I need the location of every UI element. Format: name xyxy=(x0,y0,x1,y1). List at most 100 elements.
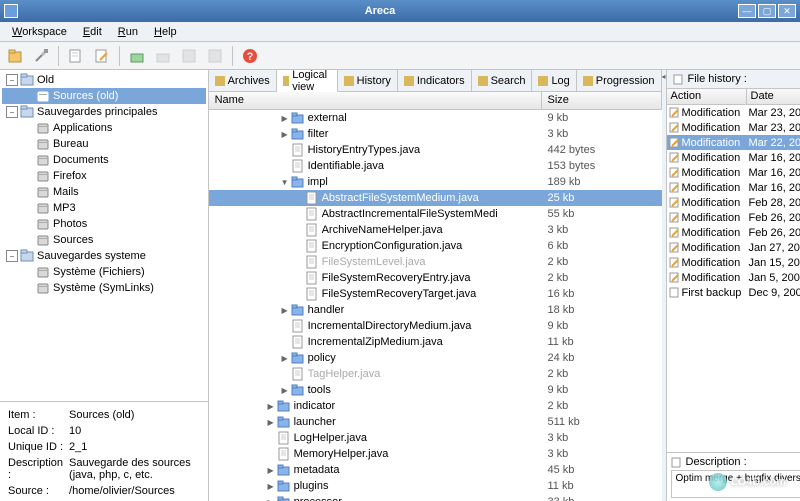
expand-icon[interactable]: − xyxy=(6,74,18,86)
tree-node[interactable]: −Sauvegardes principales xyxy=(2,104,206,120)
expand-icon[interactable]: ▶ xyxy=(279,130,291,139)
menu-edit[interactable]: Edit xyxy=(75,23,110,41)
history-date: Jan 15, 2008 8:40 PM xyxy=(747,257,800,269)
file-row[interactable]: ArchiveNameHelper.java3 kb xyxy=(209,222,662,238)
tree-node[interactable]: Système (Fichiers) xyxy=(2,264,206,280)
maximize-button[interactable]: ▢ xyxy=(758,4,776,18)
tree-node[interactable]: Sources xyxy=(2,232,206,248)
tab-indicators[interactable]: Indicators xyxy=(398,70,472,91)
file-row[interactable]: ▶indicator2 kb xyxy=(209,398,662,414)
preferences-icon[interactable] xyxy=(30,45,52,67)
file-row[interactable]: IncrementalZipMedium.java11 kb xyxy=(209,334,662,350)
col-action[interactable]: Action xyxy=(667,89,747,104)
history-row[interactable]: ModificationJan 27, 2008 8:23 PM xyxy=(667,240,800,255)
file-row[interactable]: IncrementalDirectoryMedium.java9 kb xyxy=(209,318,662,334)
history-row[interactable]: First backupDec 9, 2007 12:21 PM xyxy=(667,285,800,300)
simulate-icon[interactable] xyxy=(126,45,148,67)
file-row[interactable]: MemoryHelper.java3 kb xyxy=(209,446,662,462)
file-row[interactable]: ▶launcher511 kb xyxy=(209,414,662,430)
file-row[interactable]: ▶tools9 kb xyxy=(209,382,662,398)
history-date: Mar 16, 2008 8:49 PM xyxy=(747,167,800,179)
history-row[interactable]: ModificationJan 15, 2008 8:40 PM xyxy=(667,255,800,270)
file-row[interactable]: ▶plugins11 kb xyxy=(209,478,662,494)
expand-icon[interactable]: ▶ xyxy=(279,114,291,123)
tab-archives[interactable]: Archives xyxy=(209,70,277,91)
file-row[interactable]: ▶metadata45 kb xyxy=(209,462,662,478)
col-date[interactable]: Date xyxy=(747,89,800,104)
history-row[interactable]: ModificationMar 16, 2008 9:25 PM xyxy=(667,150,800,165)
tree-node[interactable]: Photos xyxy=(2,216,206,232)
history-action: Modification xyxy=(682,167,741,179)
file-list[interactable]: ▶external9 kb▶filter3 kbHistoryEntryType… xyxy=(209,110,662,501)
file-row[interactable]: ▼impl189 kb xyxy=(209,174,662,190)
history-row[interactable]: ModificationMar 16, 2008 6:46 PM xyxy=(667,180,800,195)
expand-icon[interactable]: − xyxy=(6,250,18,262)
minimize-button[interactable]: — xyxy=(738,4,756,18)
tree-node[interactable]: Bureau xyxy=(2,136,206,152)
file-row[interactable]: AbstractFileSystemMedium.java25 kb xyxy=(209,190,662,206)
expand-icon[interactable]: ▶ xyxy=(265,402,277,411)
history-row[interactable]: Modification Mar 16, 2008 8:49 PM xyxy=(667,165,800,180)
expand-icon[interactable]: ▶ xyxy=(279,386,291,395)
tree-node[interactable]: Applications xyxy=(2,120,206,136)
file-row[interactable]: FileSystemRecoveryTarget.java16 kb xyxy=(209,286,662,302)
history-row[interactable]: ModificationMar 23, 2008 1:20 PM xyxy=(667,120,800,135)
history-row[interactable]: ModificationFeb 26, 2008 10:25 PM xyxy=(667,210,800,225)
tab-progression[interactable]: Progression xyxy=(577,70,662,91)
tree-node[interactable]: −Sauvegardes systeme xyxy=(2,248,206,264)
file-row[interactable]: Identifiable.java153 bytes xyxy=(209,158,662,174)
file-row[interactable]: ▶handler18 kb xyxy=(209,302,662,318)
history-row[interactable]: ModificationMar 22, 2008 12:48 AM xyxy=(667,135,800,150)
expand-icon[interactable]: ▶ xyxy=(265,482,277,491)
open-workspace-icon[interactable] xyxy=(4,45,26,67)
tree-node[interactable]: Mails xyxy=(2,184,206,200)
file-row[interactable]: LogHelper.java3 kb xyxy=(209,430,662,446)
history-list[interactable]: ModificationMar 23, 2008 9:40 PMModifica… xyxy=(667,105,800,452)
menu-help[interactable]: Help xyxy=(146,23,185,41)
file-row[interactable]: TagHelper.java2 kb xyxy=(209,366,662,382)
help-icon[interactable]: ? xyxy=(239,45,261,67)
menu-workspace[interactable]: Workspace xyxy=(4,23,75,41)
tab-logical-view[interactable]: Logical view xyxy=(277,70,338,92)
history-row[interactable]: ModificationFeb 28, 2008 12:10 AM xyxy=(667,195,800,210)
new-target-icon[interactable] xyxy=(65,45,87,67)
file-row[interactable]: FileSystemRecoveryEntry.java2 kb xyxy=(209,270,662,286)
tree-node[interactable]: Sources (old) xyxy=(2,88,206,104)
file-row[interactable]: ▶filter3 kb xyxy=(209,126,662,142)
tree-node[interactable]: MP3 xyxy=(2,200,206,216)
collapse-icon[interactable]: ▼ xyxy=(279,178,291,187)
merge-icon[interactable] xyxy=(178,45,200,67)
file-row[interactable]: ▶processor33 kb xyxy=(209,494,662,501)
tree-node[interactable]: −Old xyxy=(2,72,206,88)
tab-search[interactable]: Search xyxy=(472,70,533,91)
expand-icon[interactable]: ▶ xyxy=(265,418,277,427)
close-button[interactable]: ✕ xyxy=(778,4,796,18)
tab-log[interactable]: Log xyxy=(532,70,576,91)
menu-run[interactable]: Run xyxy=(110,23,146,41)
tree-node[interactable]: Documents xyxy=(2,152,206,168)
history-row[interactable]: ModificationMar 23, 2008 9:40 PM xyxy=(667,105,800,120)
tree-node[interactable]: Firefox xyxy=(2,168,206,184)
col-size[interactable]: Size xyxy=(542,92,662,109)
file-row[interactable]: ▶policy24 kb xyxy=(209,350,662,366)
expand-icon[interactable]: ▶ xyxy=(279,306,291,315)
file-row[interactable]: FileSystemLevel.java2 kb xyxy=(209,254,662,270)
edit-target-icon[interactable] xyxy=(91,45,113,67)
backup-icon[interactable] xyxy=(152,45,174,67)
expand-icon[interactable]: ▶ xyxy=(265,466,277,475)
file-row[interactable]: HistoryEntryTypes.java442 bytes xyxy=(209,142,662,158)
history-row[interactable]: ModificationJan 5, 2008 1:24 AM xyxy=(667,270,800,285)
expand-icon[interactable]: ▶ xyxy=(279,354,291,363)
file-name: filter xyxy=(308,128,329,140)
file-row[interactable]: EncryptionConfiguration.java6 kb xyxy=(209,238,662,254)
tree-node[interactable]: Système (SymLinks) xyxy=(2,280,206,296)
expand-icon[interactable]: − xyxy=(6,106,18,118)
targets-tree[interactable]: −OldSources (old)−Sauvegardes principale… xyxy=(0,70,208,401)
recover-icon[interactable] xyxy=(204,45,226,67)
expand-icon[interactable]: ▶ xyxy=(265,498,277,501)
file-row[interactable]: ▶external9 kb xyxy=(209,110,662,126)
col-name[interactable]: Name xyxy=(209,92,542,109)
history-row[interactable]: ModificationFeb 26, 2008 8:16 PM xyxy=(667,225,800,240)
tab-history[interactable]: History xyxy=(338,70,398,91)
file-row[interactable]: AbstractIncrementalFileSystemMedi55 kb xyxy=(209,206,662,222)
